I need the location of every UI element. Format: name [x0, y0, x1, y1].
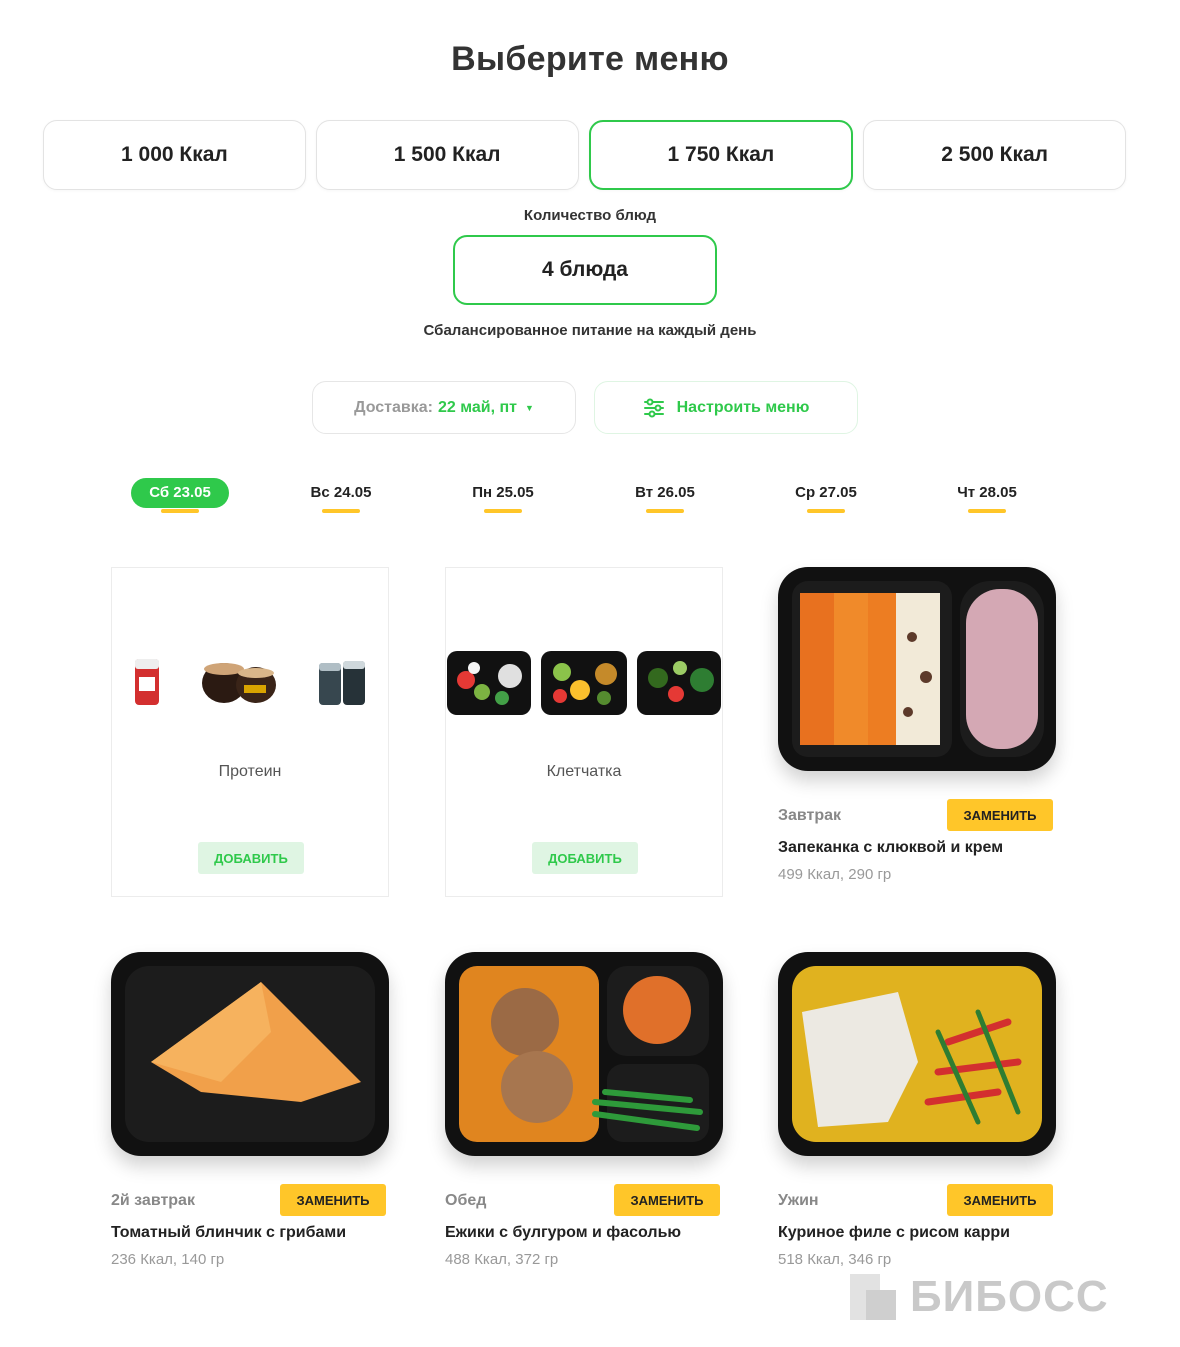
- day-tab-sat[interactable]: Сб 23.05: [125, 478, 235, 513]
- day-tab-label: Вс 24.05: [310, 484, 372, 501]
- replace-button[interactable]: ЗАМЕНИТЬ: [947, 1184, 1053, 1216]
- add-button[interactable]: ДОБАВИТЬ: [532, 842, 638, 874]
- caret-down-icon: ▼: [524, 402, 534, 413]
- page-title: Выберите меню: [451, 40, 729, 78]
- day-tab-label: Ср 27.05: [795, 484, 857, 501]
- dishes-count-button[interactable]: 4 блюда: [453, 235, 717, 305]
- day-indicator: [484, 509, 522, 513]
- addon-images: [112, 648, 388, 718]
- meal-meta: Обед ЗАМЕНИТЬ: [445, 1184, 725, 1218]
- addon-card-fiber: Клетчатка ДОБАВИТЬ: [445, 567, 723, 897]
- addon-images: [446, 648, 722, 718]
- day-indicator: [646, 509, 684, 513]
- day-tab-sun[interactable]: Вс 24.05: [286, 478, 396, 513]
- dish-nutrition: 236 Ккал, 140 гр: [111, 1251, 225, 1268]
- dish-image[interactable]: [111, 952, 389, 1156]
- dish-name: Томатный блинчик с грибами: [111, 1224, 347, 1241]
- addon-name: Протеин: [218, 763, 282, 780]
- day-tab-label: Чт 28.05: [957, 484, 1017, 501]
- day-tabs: Сб 23.05 Вс 24.05 Пн 25.05 Вт 26.05 Ср 2…: [0, 478, 1180, 518]
- customize-menu-label: Настроить меню: [676, 398, 810, 416]
- calorie-option-2500[interactable]: 2 500 Ккал: [863, 120, 1126, 190]
- add-button[interactable]: ДОБАВИТЬ: [198, 842, 304, 874]
- watermark: БИБОСС: [850, 1272, 1130, 1321]
- calorie-option-1750[interactable]: 1 750 Ккал: [588, 120, 854, 190]
- day-tab-tue[interactable]: Вт 26.05: [610, 478, 720, 513]
- meal-type: 2й завтрак: [111, 1192, 195, 1209]
- calorie-options: 1 000 Ккал 1 500 Ккал 1 750 Ккал 2 500 К…: [43, 120, 1126, 190]
- crepe-image: [125, 966, 375, 1142]
- dish-image[interactable]: [778, 567, 1056, 771]
- dish-name: Куриное филе с рисом карри: [778, 1224, 1010, 1241]
- day-tab-mon[interactable]: Пн 25.05: [448, 478, 558, 513]
- customize-menu-button[interactable]: Настроить меню: [594, 381, 858, 434]
- casserole-image: [792, 581, 1044, 757]
- meal-card-breakfast: Завтрак ЗАМЕНИТЬ Запеканка с клюквой и к…: [778, 567, 1058, 883]
- day-indicator: [322, 509, 360, 513]
- meatballs-bulgur-image: [459, 966, 709, 1142]
- watermark-text: БИБОСС: [910, 1272, 1109, 1321]
- calorie-option-1500[interactable]: 1 500 Ккал: [315, 120, 579, 190]
- dish-name: Ежики с булгуром и фасолью: [445, 1224, 682, 1241]
- meal-card-dinner: Ужин ЗАМЕНИТЬ Куриное филе с рисом карри…: [778, 952, 1058, 1268]
- meal-card-second-breakfast: 2й завтрак ЗАМЕНИТЬ Томатный блинчик с г…: [111, 952, 391, 1268]
- dishes-count-label: Количество блюд: [523, 207, 657, 224]
- delivery-value: 22 май, пт: [437, 398, 517, 416]
- day-tab-label: Сб 23.05: [131, 478, 229, 508]
- day-tab-label: Вт 26.05: [635, 484, 695, 501]
- meal-type: Ужин: [778, 1192, 819, 1209]
- addon-name: Клетчатка: [546, 763, 622, 780]
- replace-button[interactable]: ЗАМЕНИТЬ: [947, 799, 1053, 831]
- dish-name: Запеканка с клюквой и крем: [778, 839, 1004, 856]
- dish-nutrition: 499 Ккал, 290 гр: [778, 866, 892, 883]
- day-indicator: [968, 509, 1006, 513]
- meal-meta: 2й завтрак ЗАМЕНИТЬ: [111, 1184, 391, 1218]
- dish-nutrition: 488 Ккал, 372 гр: [445, 1251, 559, 1268]
- delivery-label: Доставка:: [354, 398, 433, 416]
- replace-button[interactable]: ЗАМЕНИТЬ: [280, 1184, 386, 1216]
- chicken-curry-rice-image: [792, 966, 1042, 1142]
- day-indicator: [161, 509, 199, 513]
- day-tab-thu[interactable]: Чт 28.05: [932, 478, 1042, 513]
- day-tab-wed[interactable]: Ср 27.05: [771, 478, 881, 513]
- day-indicator: [807, 509, 845, 513]
- calorie-option-1000[interactable]: 1 000 Ккал: [43, 120, 306, 190]
- meal-type: Обед: [445, 1192, 487, 1209]
- dish-nutrition: 518 Ккал, 346 гр: [778, 1251, 892, 1268]
- protein-drink-image: [135, 659, 160, 705]
- sliders-icon: [643, 398, 664, 417]
- delivery-date-dropdown[interactable]: Доставка: 22 май, пт ▼: [312, 381, 576, 434]
- addon-card-protein: Протеин ДОБАВИТЬ: [111, 567, 389, 897]
- meal-meta: Ужин ЗАМЕНИТЬ: [778, 1184, 1058, 1218]
- dish-image[interactable]: [778, 952, 1056, 1156]
- menu-tagline: Сбалансированное питание на каждый день: [423, 322, 757, 339]
- replace-button[interactable]: ЗАМЕНИТЬ: [614, 1184, 720, 1216]
- day-tab-label: Пн 25.05: [472, 484, 534, 501]
- salad-tray-image: [637, 651, 721, 715]
- protein-dessert-image: [201, 663, 276, 703]
- meal-card-lunch: Обед ЗАМЕНИТЬ Ежики с булгуром и фасолью…: [445, 952, 725, 1268]
- dish-image[interactable]: [445, 952, 723, 1156]
- meal-type: Завтрак: [778, 807, 842, 824]
- salad-tray-image: [447, 651, 531, 715]
- protein-bottles-image: [318, 661, 365, 705]
- meal-meta: Завтрак ЗАМЕНИТЬ: [778, 799, 1058, 833]
- salad-tray-image: [541, 651, 627, 715]
- watermark-logo-icon: [850, 1274, 896, 1320]
